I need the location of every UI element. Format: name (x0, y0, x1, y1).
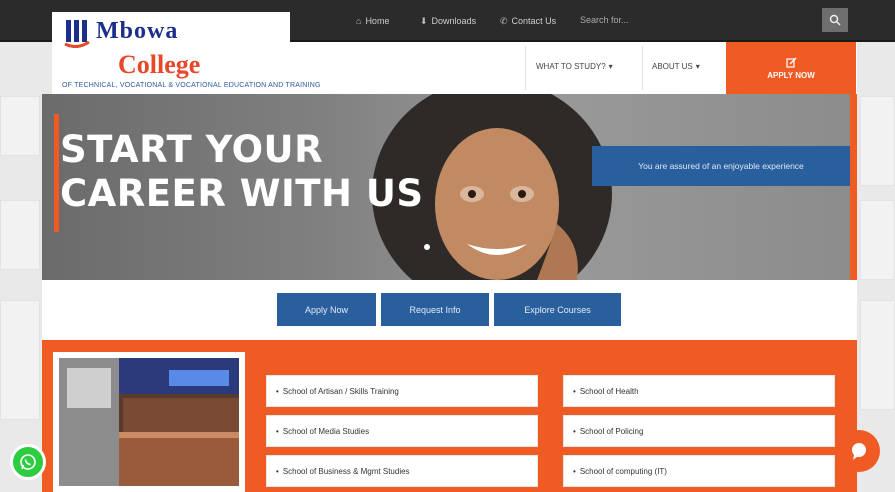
background-tile (0, 300, 40, 420)
school-label: School of Artisan / Skills Training (282, 386, 399, 396)
chevron-down-icon: ▾ (695, 61, 700, 71)
campus-reception-image (59, 358, 239, 486)
logo-mark-icon (64, 20, 90, 48)
request-info-button[interactable]: Request Info (381, 293, 489, 326)
hero-accent-strip (850, 94, 857, 280)
top-link-label: Downloads (431, 16, 477, 26)
nav-item-about-us[interactable]: ABOUT US ▾ (652, 58, 700, 74)
school-label: School of computing (IT) (579, 466, 667, 476)
school-item[interactable]: • School of Business & Mgmt Studies (266, 455, 538, 487)
search-input[interactable] (572, 8, 820, 32)
download-icon: ⬇ (420, 15, 428, 26)
hero-accent-bar (54, 114, 59, 232)
hero-banner: START YOUR CAREER WITH US You are assure… (42, 94, 850, 280)
school-label: School of Business & Mgmt Studies (282, 466, 410, 476)
chevron-down-icon: ▾ (608, 61, 613, 71)
background-tile (860, 200, 895, 280)
apply-now-label: APPLY NOW (767, 70, 815, 80)
school-item[interactable]: • School of Artisan / Skills Training (266, 375, 538, 407)
chat-icon (852, 443, 866, 460)
campus-photo (53, 352, 245, 492)
bullet-icon: • (276, 466, 279, 476)
top-link-downloads[interactable]: ⬇ Downloads (420, 12, 476, 30)
logo-name-line2: College (118, 50, 201, 79)
whatsapp-icon (20, 454, 36, 470)
bullet-icon: • (573, 426, 576, 436)
chat-button[interactable] (838, 430, 880, 472)
background-tile (860, 300, 895, 410)
school-label: School of Policing (579, 426, 644, 436)
hero-badge: You are assured of an enjoyable experien… (592, 146, 850, 186)
nav-item-what-to-study[interactable]: WHAT TO STUDY? ▾ (536, 58, 613, 74)
school-item[interactable]: • School of Health (563, 375, 835, 407)
whatsapp-button[interactable] (10, 444, 46, 480)
logo-name-line1: Mbowa (96, 18, 179, 44)
phone-icon: ✆ (500, 15, 508, 26)
top-link-label: Home (365, 16, 390, 26)
bullet-icon: • (276, 386, 279, 396)
hero-title-line2: CAREER WITH US (60, 172, 424, 215)
nav-item-label: ABOUT US (652, 61, 693, 71)
top-link-home[interactable]: ⌂ Home (356, 12, 389, 30)
explore-courses-button[interactable]: Explore Courses (494, 293, 621, 326)
nav-item-label: WHAT TO STUDY? (536, 61, 606, 71)
background-tile (0, 200, 40, 270)
school-item[interactable]: • School of computing (IT) (563, 455, 835, 487)
school-item[interactable]: • School of Policing (563, 415, 835, 447)
apply-now-nav-button[interactable]: APPLY NOW (726, 42, 856, 94)
top-link-contact[interactable]: ✆ Contact Us (500, 12, 556, 30)
nav-divider (642, 46, 643, 90)
top-link-label: Contact Us (511, 16, 557, 26)
bullet-icon: • (573, 386, 576, 396)
bullet-icon: • (276, 426, 279, 436)
nav-divider (525, 46, 526, 90)
school-item[interactable]: • School of Media Studies (266, 415, 538, 447)
home-icon: ⌂ (356, 16, 362, 26)
search-icon (829, 14, 841, 26)
bullet-icon: • (573, 466, 576, 476)
slider-dot[interactable] (424, 244, 430, 250)
hero-title-line1: START YOUR (60, 128, 324, 171)
edit-icon (785, 57, 796, 68)
school-label: School of Health (579, 386, 639, 396)
apply-now-button[interactable]: Apply Now (277, 293, 376, 326)
search-button[interactable] (822, 8, 848, 32)
school-label: School of Media Studies (282, 426, 370, 436)
logo-tagline: OF TECHNICAL, VOCATIONAL & VOCATIONAL ED… (62, 82, 321, 89)
hero-title: START YOUR CAREER WITH US (60, 128, 424, 216)
background-tile (0, 96, 40, 156)
background-tile (860, 96, 895, 186)
